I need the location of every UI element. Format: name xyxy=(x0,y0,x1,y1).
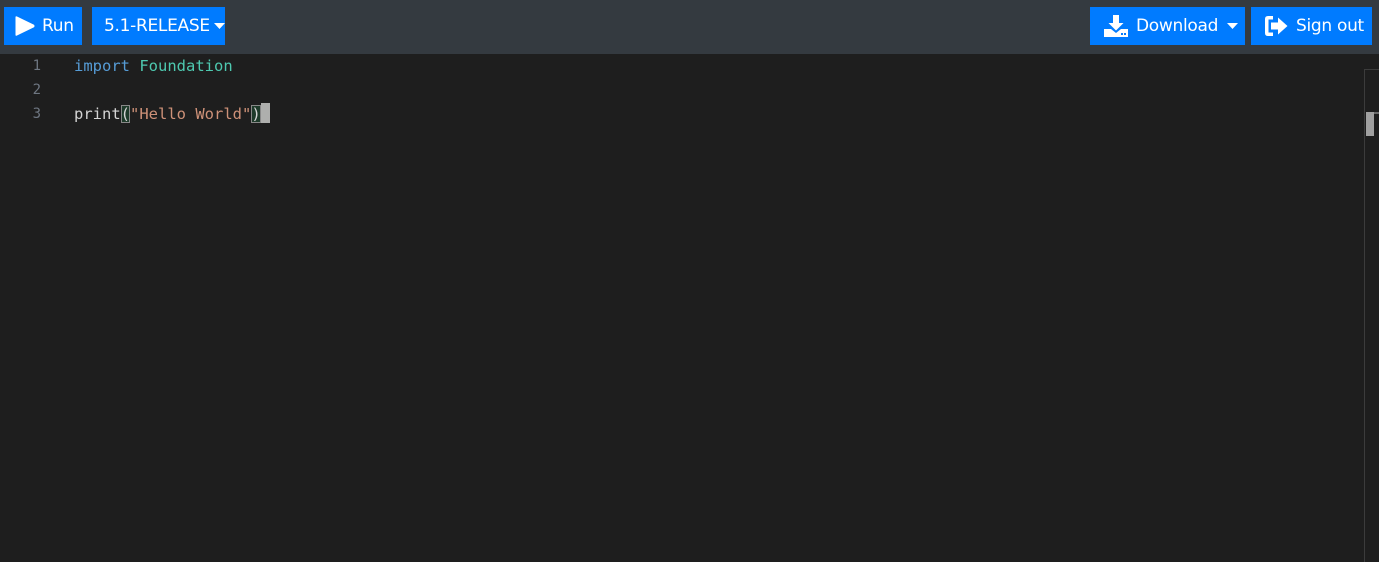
string-token: "Hello World" xyxy=(130,105,252,123)
scrollbar-thumb[interactable] xyxy=(1366,112,1374,136)
code-line[interactable]: import Foundation xyxy=(74,54,233,78)
code-line[interactable]: print("Hello World") xyxy=(74,102,270,126)
line-number: 2 xyxy=(32,82,41,98)
download-dropdown[interactable]: Download xyxy=(1090,7,1245,45)
version-label: 5.1-RELEASE xyxy=(104,16,210,36)
open-paren-token: ( xyxy=(120,105,131,123)
function-token: print xyxy=(74,105,121,123)
caret-down-icon xyxy=(1227,22,1239,30)
keyword-token: import xyxy=(74,57,130,75)
play-icon xyxy=(15,15,35,37)
version-dropdown[interactable]: 5.1-RELEASE xyxy=(92,7,225,45)
run-button[interactable]: Run xyxy=(4,7,82,45)
download-label: Download xyxy=(1136,16,1219,36)
text-cursor xyxy=(260,103,270,123)
close-paren-token: ) xyxy=(251,105,261,123)
line-number: 1 xyxy=(32,58,41,74)
line-number: 3 xyxy=(32,106,41,122)
sign-out-button[interactable]: Sign out xyxy=(1251,7,1372,45)
type-token: Foundation xyxy=(139,57,233,75)
vertical-scrollbar[interactable] xyxy=(1364,69,1379,562)
sign-out-label: Sign out xyxy=(1296,16,1364,36)
code-editor[interactable]: 1 2 3 import Foundation print("Hello Wor… xyxy=(0,54,1379,562)
sign-out-icon xyxy=(1265,16,1288,36)
toolbar: Run 5.1-RELEASE Download Sign out xyxy=(0,0,1379,54)
run-label: Run xyxy=(42,16,74,36)
caret-down-icon xyxy=(213,22,225,30)
download-icon xyxy=(1104,15,1128,37)
